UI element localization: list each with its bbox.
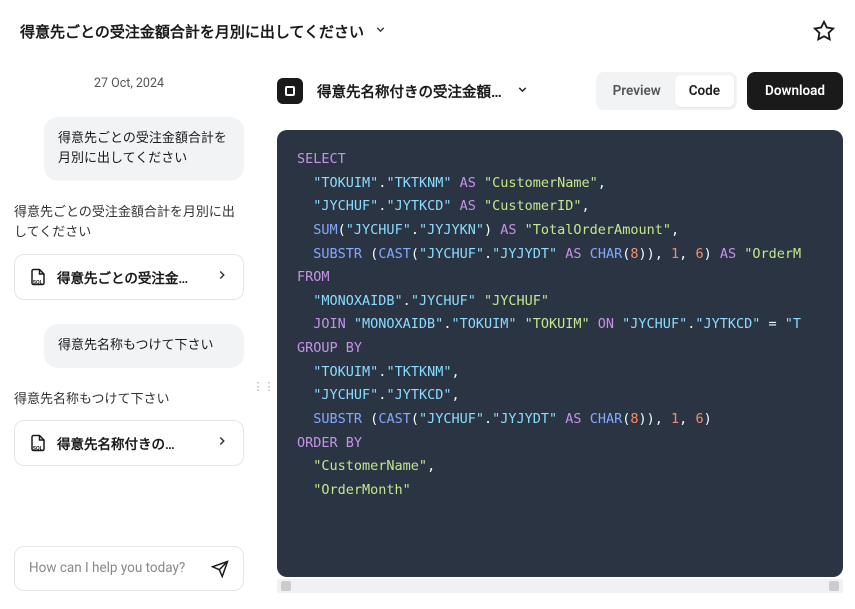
result-card[interactable]: SQL 得意先名称付きの…: [14, 420, 244, 466]
user-message: 得意先ごとの受注金額合計を月別に出してください: [44, 117, 244, 181]
view-toggle: Preview Code: [596, 72, 737, 110]
horizontal-scrollbar[interactable]: [277, 579, 843, 593]
result-card[interactable]: SQL 得意先ごとの受注金…: [14, 254, 244, 300]
chat-date: 27 Oct, 2024: [14, 76, 244, 91]
preview-title: 得意先名称付きの受注金額…: [317, 81, 502, 102]
chat-panel: 27 Oct, 2024 得意先ごとの受注金額合計を月別に出してください 得意先…: [0, 54, 258, 605]
sql-code: SELECT "TOKUIM"."TKTKNM" AS "CustomerNam…: [277, 130, 843, 520]
app-logo-icon: [277, 78, 303, 104]
scrollbar-track: [281, 581, 839, 591]
chevron-right-icon: [215, 267, 229, 286]
code-tab[interactable]: Code: [675, 75, 734, 107]
preview-header-left: 得意先名称付きの受注金額…: [277, 78, 529, 104]
drag-handle-icon[interactable]: ⋮⋮: [253, 384, 265, 404]
result-card-label: 得意先名称付きの…: [57, 433, 175, 453]
result-card-left: SQL 得意先ごとの受注金…: [29, 267, 188, 287]
header-title-wrap: 得意先ごとの受注金額合計を月別に出してください: [20, 21, 387, 42]
chat-input-placeholder: How can I help you today?: [29, 559, 185, 578]
page-title: 得意先ごとの受注金額合計を月別に出してください: [20, 21, 364, 42]
main-layout: 27 Oct, 2024 得意先ごとの受注金額合計を月別に出してください 得意先…: [0, 54, 855, 605]
user-message: 得意先名称もつけて下さい: [44, 324, 244, 368]
sql-file-icon: SQL: [29, 434, 47, 452]
preview-actions: Preview Code Download: [596, 72, 843, 110]
preview-tab[interactable]: Preview: [599, 75, 675, 107]
assistant-text: 得意先ごとの受注金額合計を月別に出してください: [14, 203, 244, 243]
chevron-right-icon: [215, 433, 229, 452]
scroll-arrow-left-icon[interactable]: [281, 581, 291, 591]
chevron-down-icon[interactable]: [374, 23, 387, 40]
chevron-down-icon[interactable]: [516, 83, 529, 100]
app-header: 得意先ごとの受注金額合計を月別に出してください: [0, 0, 855, 54]
preview-panel: 得意先名称付きの受注金額… Preview Code Download SELE…: [259, 54, 855, 605]
star-icon[interactable]: [813, 20, 835, 42]
send-icon[interactable]: [211, 560, 229, 578]
preview-header: 得意先名称付きの受注金額… Preview Code Download: [277, 72, 843, 110]
scroll-arrow-right-icon[interactable]: [829, 581, 839, 591]
result-card-left: SQL 得意先名称付きの…: [29, 433, 175, 453]
chat-input[interactable]: How can I help you today?: [14, 546, 244, 591]
download-button[interactable]: Download: [747, 72, 843, 110]
panel-divider[interactable]: ⋮⋮: [258, 54, 259, 605]
svg-text:SQL: SQL: [33, 279, 43, 285]
svg-text:SQL: SQL: [33, 446, 43, 452]
result-card-label: 得意先ごとの受注金…: [57, 267, 188, 287]
code-editor[interactable]: SELECT "TOKUIM"."TKTKNM" AS "CustomerNam…: [277, 130, 843, 577]
sql-file-icon: SQL: [29, 268, 47, 286]
chat-scroll[interactable]: 27 Oct, 2024 得意先ごとの受注金額合計を月別に出してください 得意先…: [14, 66, 244, 546]
assistant-text: 得意先名称もつけて下さい: [14, 390, 244, 410]
